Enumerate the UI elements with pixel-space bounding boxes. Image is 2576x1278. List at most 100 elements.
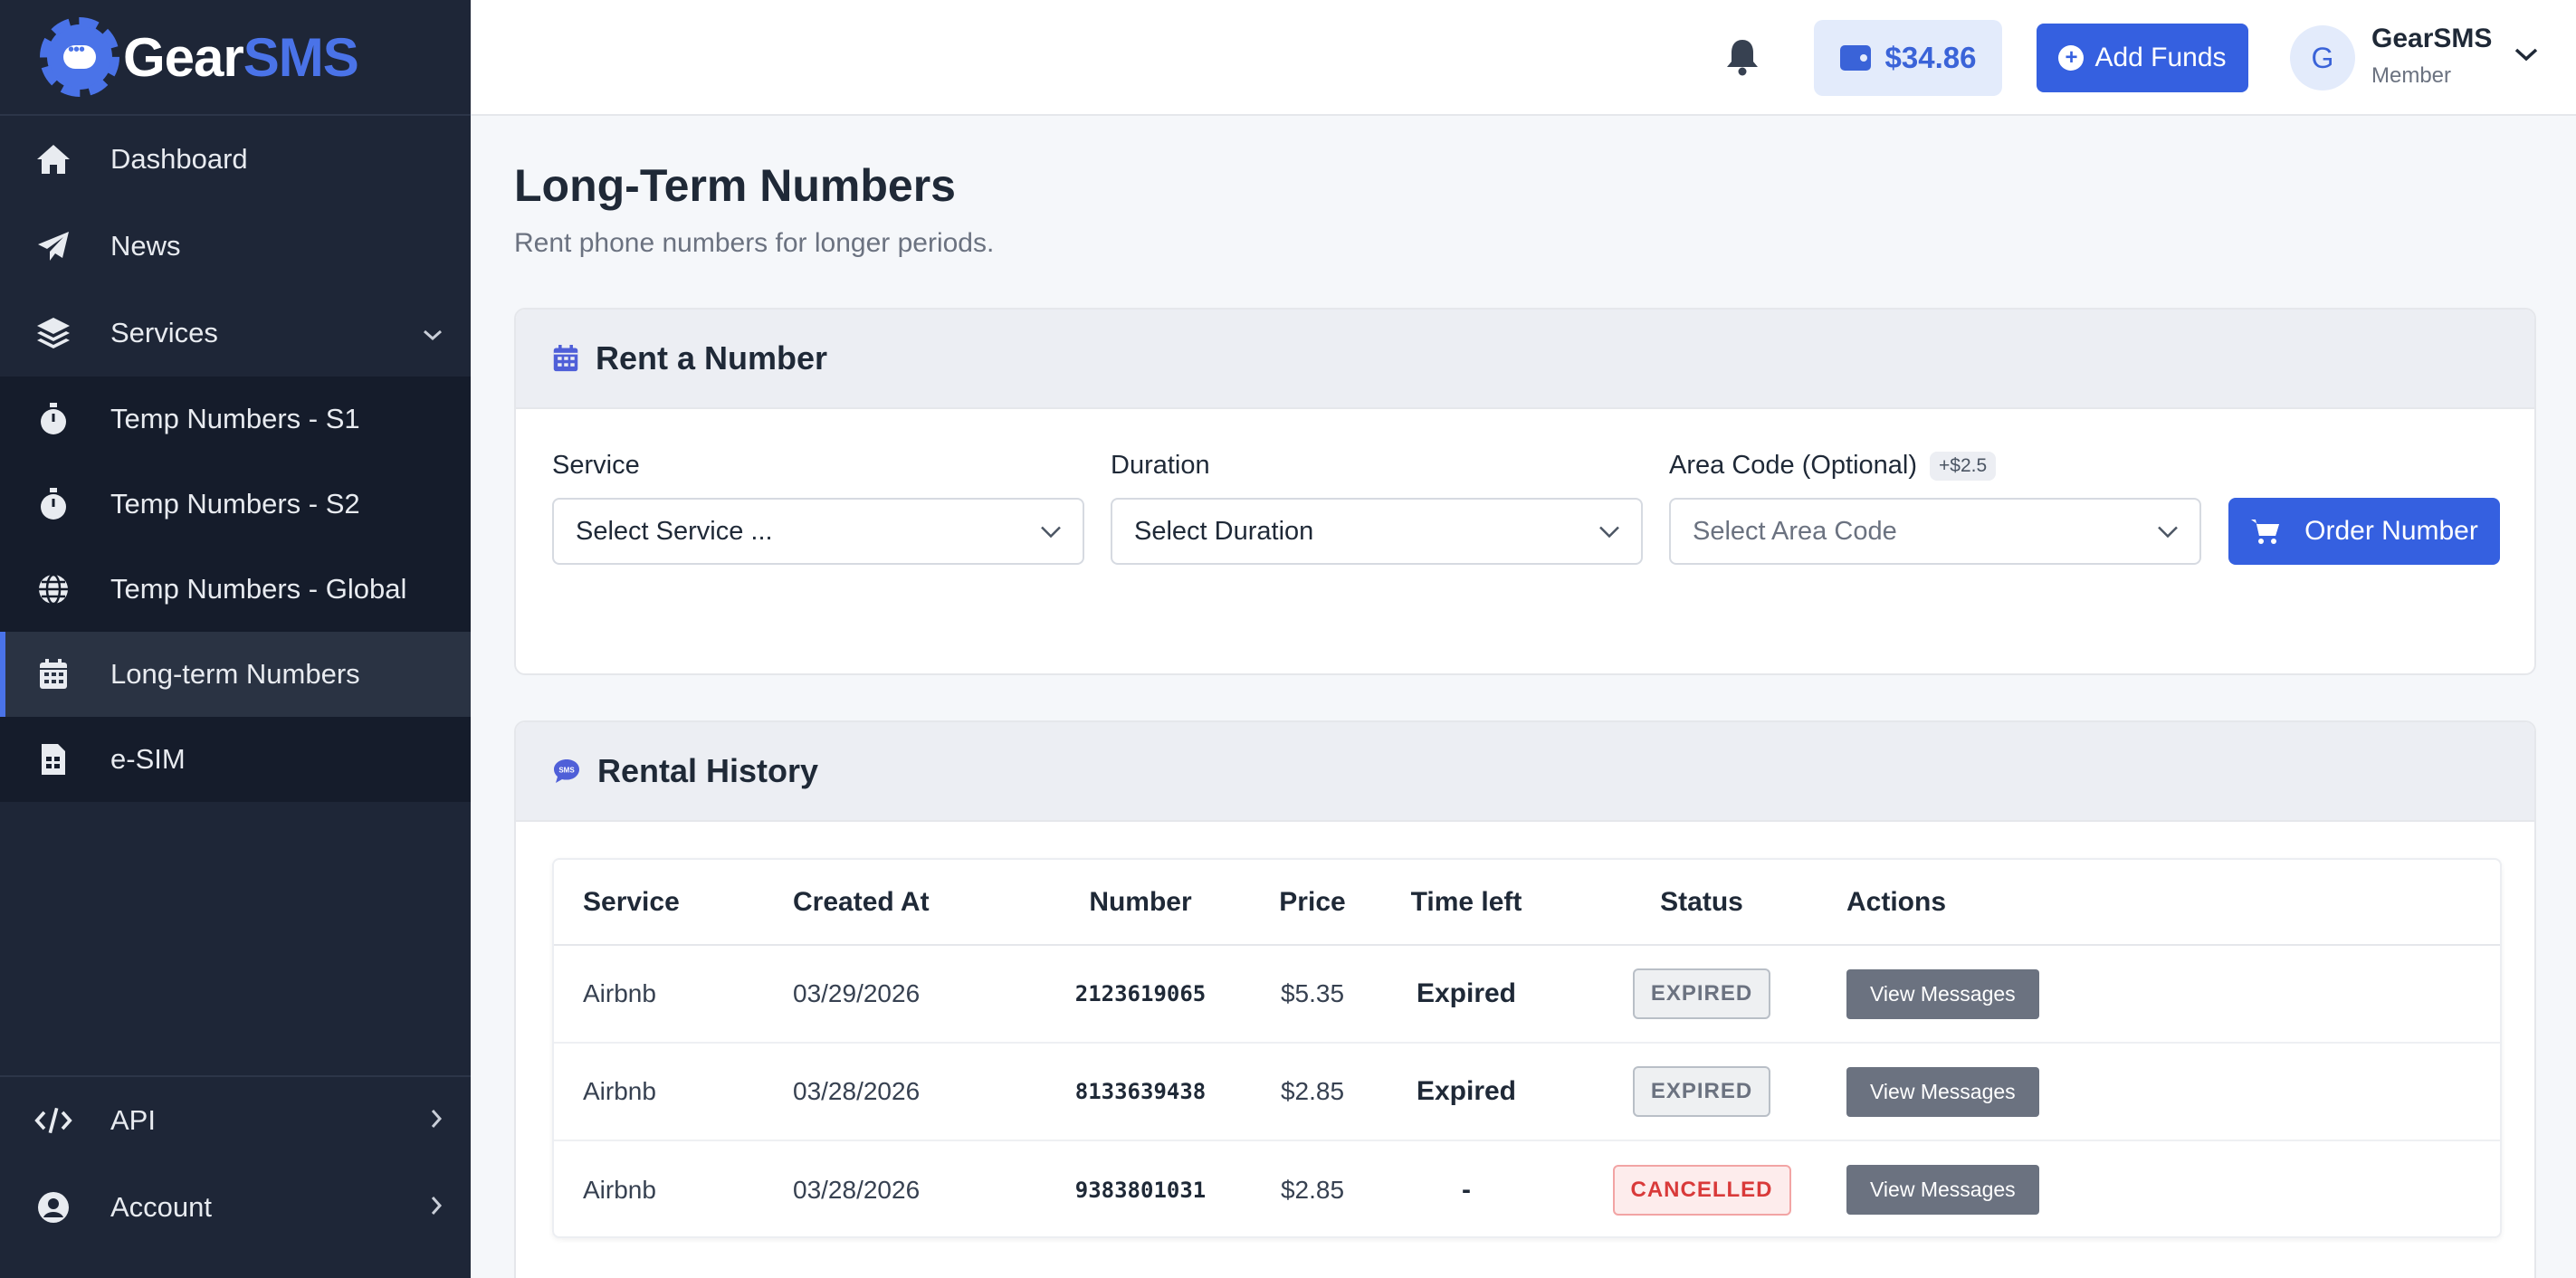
page-subtitle: Rent phone numbers for longer periods.	[514, 228, 995, 258]
cell-status: EXPIRED	[1557, 1043, 1846, 1141]
column-header-actions: Actions	[1846, 860, 2500, 946]
cell-price: $2.85	[1280, 1175, 1345, 1204]
card-header: SMS Rental History	[516, 722, 2534, 822]
brand[interactable]: GearSMS	[0, 0, 471, 116]
chevron-down-icon	[422, 317, 444, 349]
page-title: Long-Term Numbers	[514, 160, 956, 211]
globe-icon	[34, 570, 72, 608]
table-row: Airbnb 03/29/2026 2123619065 $5.35 Expir…	[554, 945, 2500, 1044]
cell-number: 8133639438	[1032, 1043, 1249, 1141]
cell-status: CANCELLED	[1557, 1140, 1846, 1238]
chevron-right-icon	[429, 1104, 444, 1137]
table-row: Airbnb 03/28/2026 9383801031 $2.85 - CAN…	[554, 1140, 2500, 1238]
view-messages-button[interactable]: View Messages	[1846, 1165, 2039, 1215]
status-badge: CANCELLED	[1612, 1164, 1791, 1216]
sidebar-item-label: Services	[110, 317, 218, 348]
sidebar-item-label: Temp Numbers - Global	[110, 573, 407, 605]
card-header: Rent a Number	[516, 310, 2534, 409]
paper-plane-icon	[34, 227, 72, 265]
sidebar-item-long-term-numbers[interactable]: Long-term Numbers	[0, 632, 471, 717]
bell-icon[interactable]	[1722, 36, 1763, 78]
sidebar-item-label: Temp Numbers - S1	[110, 403, 360, 434]
chevron-down-icon	[2156, 517, 2180, 547]
column-header-status[interactable]: Status	[1557, 860, 1846, 946]
cell-service: Airbnb	[554, 1043, 793, 1141]
user-name[interactable]: GearSMS	[2371, 24, 2492, 54]
service-label: Service	[552, 451, 640, 480]
sidebar-item-dashboard[interactable]: Dashboard	[0, 116, 471, 203]
chevron-down-icon	[1598, 517, 1621, 547]
gear-chat-logo-icon	[40, 17, 119, 97]
cell-created-at: 03/28/2026	[793, 1175, 921, 1204]
user-circle-icon	[34, 1188, 72, 1226]
sidebar-item-news[interactable]: News	[0, 203, 471, 290]
order-number-button[interactable]: Order Number	[2228, 498, 2500, 565]
calendar-icon	[34, 655, 72, 693]
sidebar-item-esim[interactable]: e-SIM	[0, 717, 471, 802]
balance-amount: $34.86	[1884, 41, 1977, 74]
cell-number: 9383801031	[1074, 1177, 1207, 1203]
sidebar-item-temp-numbers-s1[interactable]: Temp Numbers - S1	[0, 377, 471, 462]
stopwatch-icon	[34, 485, 72, 523]
svg-text:SMS: SMS	[558, 767, 575, 775]
sms-bubble-icon: SMS	[552, 758, 581, 785]
sidebar-item-account[interactable]: Account	[0, 1164, 471, 1251]
layers-icon	[34, 314, 72, 352]
sidebar: GearSMS Dashboard News Services	[0, 0, 471, 1278]
calendar-icon	[552, 344, 579, 373]
cell-price: $2.85	[1249, 1043, 1376, 1141]
shopping-cart-icon	[2250, 518, 2281, 545]
column-header-time-left[interactable]: Time left	[1376, 860, 1557, 946]
cell-service: Airbnb	[583, 1175, 656, 1204]
balance-display[interactable]: $34.86	[1814, 20, 2002, 96]
wallet-icon	[1839, 45, 1871, 71]
cell-time-left: Expired	[1376, 1043, 1557, 1141]
view-messages-button[interactable]: View Messages	[1846, 1066, 2039, 1117]
sidebar-item-api[interactable]: API	[0, 1077, 471, 1164]
area-code-select[interactable]: Select Area Code	[1669, 498, 2201, 565]
cell-service: Airbnb	[554, 945, 793, 1044]
area-code-label: Area Code (Optional) +$2.5	[1669, 451, 1997, 482]
cell-time-left: Expired	[1376, 945, 1557, 1044]
sim-card-icon	[34, 740, 72, 778]
card-title: Rent a Number	[596, 339, 828, 377]
cell-actions: View Messages	[1846, 1140, 2500, 1238]
chevron-down-icon	[1039, 517, 1063, 547]
chevron-down-icon[interactable]	[2513, 45, 2540, 68]
sidebar-item-label: API	[110, 1104, 156, 1136]
services-submenu: Temp Numbers - S1 Temp Numbers - S2 Temp…	[0, 377, 471, 802]
sidebar-item-services[interactable]: Services	[0, 290, 471, 377]
add-funds-label: Add Funds	[2094, 43, 2227, 72]
cell-created-at: 03/28/2026	[793, 1043, 1032, 1141]
area-code-price-badge: +$2.5	[1930, 452, 1997, 482]
sidebar-item-temp-numbers-s2[interactable]: Temp Numbers - S2	[0, 462, 471, 547]
sidebar-nav: Dashboard News Services Temp Numbers - S…	[0, 116, 471, 802]
cell-status: EXPIRED	[1557, 945, 1846, 1044]
sidebar-item-label: e-SIM	[110, 743, 186, 775]
view-messages-button[interactable]: View Messages	[1846, 968, 2039, 1019]
column-header-service[interactable]: Service	[554, 860, 793, 946]
home-icon	[34, 140, 72, 178]
status-badge: EXPIRED	[1632, 1066, 1771, 1117]
stopwatch-icon	[34, 400, 72, 438]
column-header-number[interactable]: Number	[1032, 860, 1249, 946]
cell-number: 2123619065	[1032, 945, 1249, 1044]
column-header-price[interactable]: Price	[1249, 860, 1376, 946]
service-select-value: Select Service ...	[576, 516, 773, 546]
card-title: Rental History	[597, 752, 819, 789]
cell-time-left: -	[1462, 1174, 1471, 1205]
sidebar-item-temp-numbers-global[interactable]: Temp Numbers - Global	[0, 547, 471, 632]
duration-select[interactable]: Select Duration	[1111, 498, 1643, 565]
order-number-label: Order Number	[2304, 516, 2478, 546]
table-row: Airbnb 03/28/2026 8133639438 $2.85 Expir…	[554, 1043, 2500, 1141]
user-role: Member	[2371, 63, 2452, 88]
topbar: $34.86 + Add Funds G GearSMS Member	[471, 0, 2576, 116]
service-select[interactable]: Select Service ...	[552, 498, 1084, 565]
plus-circle-icon: +	[2058, 45, 2085, 71]
avatar[interactable]: G	[2290, 25, 2355, 91]
add-funds-button[interactable]: + Add Funds	[2037, 24, 2248, 92]
column-header-created-at[interactable]: Created At	[793, 860, 1032, 946]
sidebar-item-label: Temp Numbers - S2	[110, 488, 360, 520]
cell-price: $5.35	[1249, 945, 1376, 1044]
sidebar-item-label: News	[110, 230, 181, 262]
